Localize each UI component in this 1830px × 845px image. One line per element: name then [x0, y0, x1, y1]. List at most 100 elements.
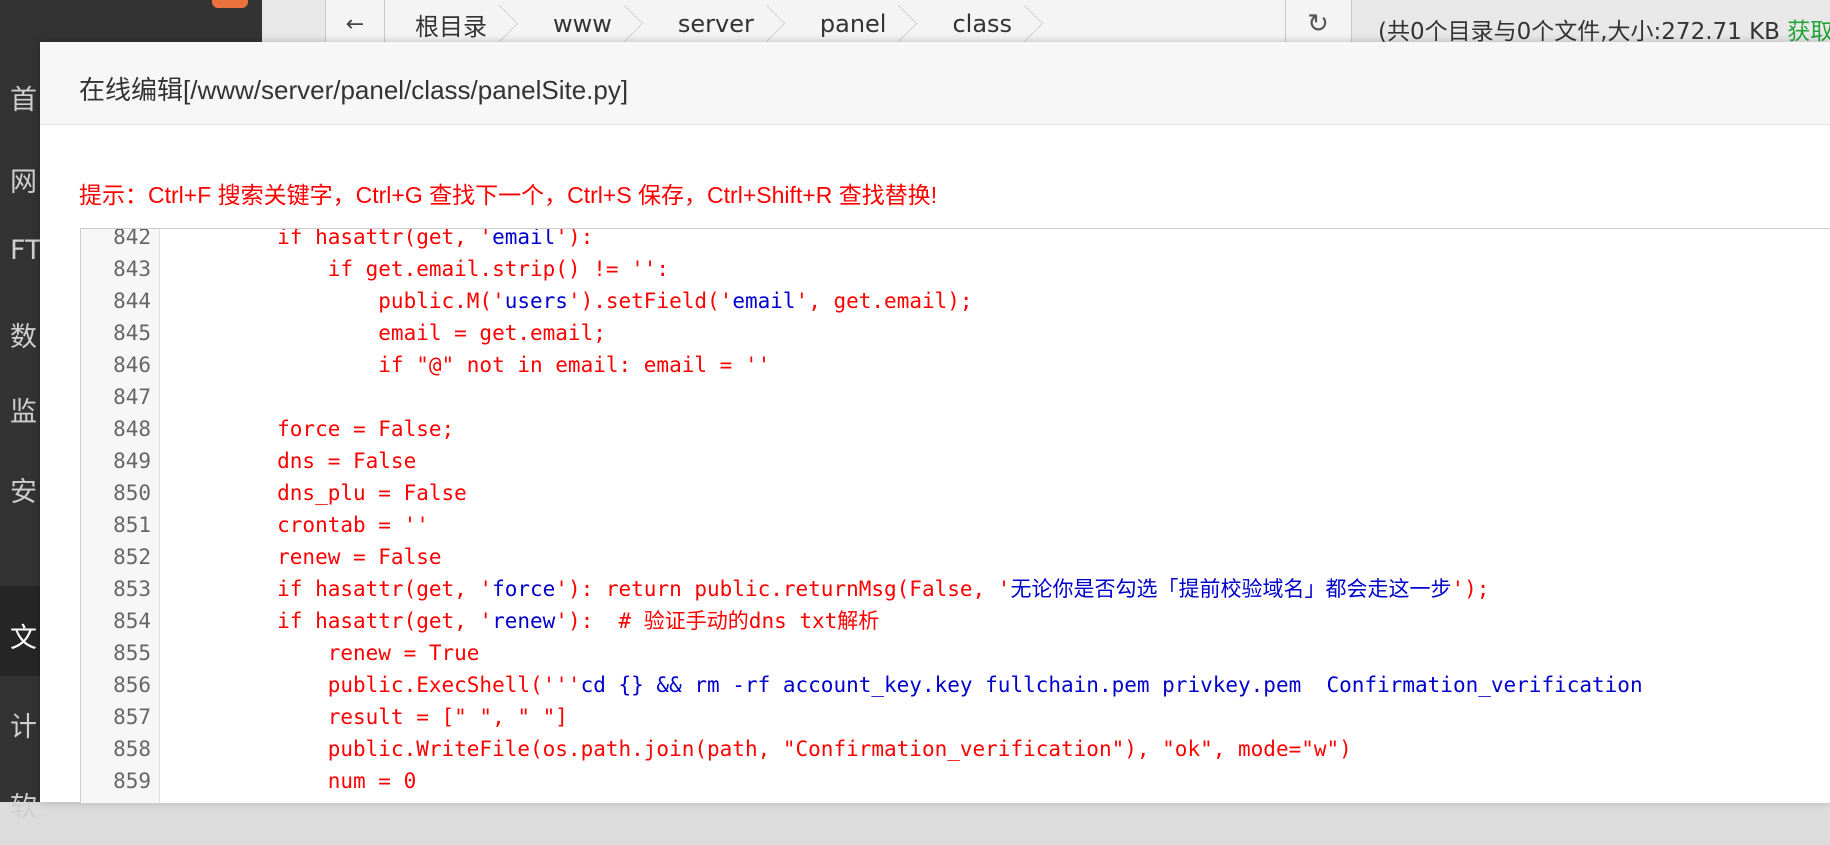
online-edit-dialog: 在线编辑[/www/server/panel/class/panelSite.p… [40, 42, 1830, 804]
code-line: 842 if hasattr(get, 'email'): [81, 228, 1830, 253]
breadcrumb-item[interactable]: class [922, 0, 1048, 48]
code-line: 857 result = [" ", " "] [81, 701, 1830, 733]
code-token: result = [" ", " "] [176, 705, 568, 729]
code-token: '); [1451, 577, 1490, 601]
code-token: if "@" not in email: email = '' [176, 353, 771, 377]
code-token: '): return public.returnMsg(False, ' [555, 577, 1011, 601]
code-token: public.WriteFile(os.path.join(path, "Con… [176, 737, 1352, 761]
breadcrumb-item[interactable]: server [648, 0, 790, 48]
code-token: ', get.email); [795, 289, 973, 313]
sidebar-item-label: 计 [10, 712, 37, 743]
code-text: num = 0 [176, 765, 417, 797]
sidebar-item-label: 软 [10, 792, 37, 823]
code-token: public.M(' [176, 289, 505, 313]
code-line: 850 dns_plu = False [81, 477, 1830, 509]
code-line: 847 [81, 381, 1830, 413]
code-text: public.ExecShell('''cd {} && rm -rf acco… [176, 669, 1643, 701]
code-token: public.ExecShell(''' [176, 673, 581, 697]
code-text: renew = False [176, 541, 442, 573]
code-line: 849 dns = False [81, 445, 1830, 477]
code-token: '): # 验证手动的dns txt解析 [555, 609, 880, 633]
code-token: dns = False [176, 449, 417, 473]
code-string: cd {} && rm -rf account_key.key fullchai… [580, 673, 1643, 697]
line-number: 845 [113, 321, 151, 345]
line-number: 842 [113, 228, 151, 249]
line-number: 849 [113, 449, 151, 473]
code-text: dns_plu = False [176, 477, 467, 509]
code-line: 844 public.M('users').setField('email', … [81, 285, 1830, 317]
dialog-title: 在线编辑[/www/server/panel/class/panelSite.p… [79, 75, 629, 105]
back-arrow-icon[interactable]: ← [326, 0, 385, 48]
code-text: if hasattr(get, 'renew'): # 验证手动的dns txt… [176, 605, 879, 637]
code-text: email = get.email; [176, 317, 606, 349]
code-line: 845 email = get.email; [81, 317, 1830, 349]
code-text: if hasattr(get, 'email'): [176, 228, 594, 253]
line-number: 847 [113, 385, 151, 409]
line-number: 850 [113, 481, 151, 505]
sidebar-item-label: 网 [10, 167, 37, 198]
code-text: result = [" ", " "] [176, 701, 568, 733]
code-token: renew = True [176, 641, 480, 665]
code-string: users [504, 289, 568, 313]
refresh-icon[interactable]: ↻ [1285, 0, 1350, 48]
breadcrumb-item[interactable]: www [523, 0, 648, 48]
code-line: 855 renew = True [81, 637, 1830, 669]
code-string: force [492, 577, 556, 601]
line-number: 851 [113, 513, 151, 537]
line-number: 852 [113, 545, 151, 569]
code-token: if get.email.strip() != '': [176, 257, 670, 281]
code-string: email [492, 228, 556, 249]
code-line: 853 if hasattr(get, 'force'): return pub… [81, 573, 1830, 605]
code-editor[interactable]: 842 if hasattr(get, 'email'): 843 if get.… [80, 228, 1830, 804]
code-string: 无论你是否勾选「提前校验域名」都会走这一步 [1010, 577, 1452, 601]
code-text: renew = True [176, 637, 480, 669]
code-token: if hasattr(get, ' [176, 609, 493, 633]
line-number: 858 [113, 737, 151, 761]
line-number: 856 [113, 673, 151, 697]
sidebar-item-label: 数 [10, 322, 37, 353]
code-string: renew [492, 609, 556, 633]
breadcrumb-item[interactable]: 根目录 [385, 0, 523, 48]
sidebar-item-label: FT [10, 235, 42, 266]
line-number: 844 [113, 289, 151, 313]
line-number: 857 [113, 705, 151, 729]
line-number: 846 [113, 353, 151, 377]
code-text: force = False; [176, 413, 454, 445]
code-text: public.M('users').setField('email', get.… [176, 285, 973, 317]
code-line: 851 crontab = '' [81, 509, 1830, 541]
code-token: '): [555, 228, 594, 249]
sidebar-item-label: 文 [10, 623, 37, 654]
code-token: force = False; [176, 417, 455, 441]
code-token: if hasattr(get, ' [176, 577, 493, 601]
code-string: email [732, 289, 796, 313]
code-line: 843 if get.email.strip() != '': [81, 253, 1830, 285]
breadcrumb-item[interactable]: panel [790, 0, 923, 48]
code-token: dns_plu = False [176, 481, 467, 505]
code-line: 846 if "@" not in email: email = '' [81, 349, 1830, 381]
code-token: crontab = '' [176, 513, 429, 537]
logo-badge [212, 0, 248, 8]
code-token: if hasattr(get, ' [176, 228, 493, 249]
code-token: num = 0 [176, 769, 417, 793]
directory-summary: (共0个目录与0个文件,大小:272.71 KB 获取 [1378, 12, 1830, 46]
code-line: 854 if hasattr(get, 'renew'): # 验证手动的dns… [81, 605, 1830, 637]
line-number: 853 [113, 577, 151, 601]
code-token: renew = False [176, 545, 442, 569]
code-line: 852 renew = False [81, 541, 1830, 573]
sidebar-item-label: 首 [10, 85, 37, 116]
code-line: 848 force = False; [81, 413, 1830, 445]
code-text: if "@" not in email: email = '' [176, 349, 770, 381]
code-text: crontab = '' [176, 509, 429, 541]
editor-hint: 提示：Ctrl+F 搜索关键字，Ctrl+G 查找下一个，Ctrl+S 保存，C… [79, 182, 938, 208]
code-text: if hasattr(get, 'force'): return public.… [176, 573, 1489, 605]
line-number: 848 [113, 417, 151, 441]
code-token: email = get.email; [176, 321, 606, 345]
code-text: if get.email.strip() != '': [176, 253, 669, 285]
code-line: 856 public.ExecShell('''cd {} && rm -rf … [81, 669, 1830, 701]
sidebar-item-label: 监 [10, 397, 37, 428]
line-number: 859 [113, 769, 151, 793]
line-number: 843 [113, 257, 151, 281]
code-text: dns = False [176, 445, 416, 477]
code-line: 858 public.WriteFile(os.path.join(path, … [81, 733, 1830, 765]
line-number: 855 [113, 641, 151, 665]
